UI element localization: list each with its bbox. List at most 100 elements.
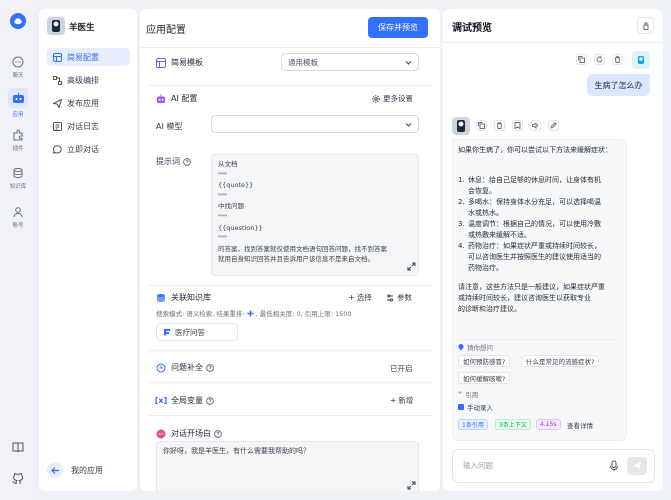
microphone-icon[interactable] <box>609 460 619 472</box>
user-icon <box>11 205 25 219</box>
chevron-down-icon <box>405 61 412 65</box>
expand-icon[interactable] <box>407 481 416 490</box>
gear-icon <box>372 94 380 103</box>
manual-input-icon <box>458 404 464 410</box>
more-settings-button[interactable]: 更多设置 <box>372 93 413 104</box>
chevron-down-icon <box>405 123 412 127</box>
question-guide-status[interactable]: 已开启 <box>390 363 413 374</box>
list-item: 2. 多喝水：保持身体水分充足，可以选择喝温 水或热水。 <box>458 198 601 217</box>
kb-params-button[interactable]: 参数 <box>386 292 412 303</box>
kb-search-info: 搜索模式: 语义检索, 结果重排: , 最低相关度: 0, 引用上限: 1500 <box>156 310 352 318</box>
quote-icon: “ <box>458 390 463 398</box>
help-icon[interactable] <box>206 396 214 405</box>
add-variable-button[interactable]: + 新增 <box>390 395 413 406</box>
list-item: 3. 温度调节：根据自己的情况，可以使用冷敷 或热敷来缓解不适。 <box>458 220 601 239</box>
guess-questions-label: 猜你想问 <box>458 342 493 352</box>
delete-icon[interactable] <box>612 54 623 65</box>
nav-chat-logs[interactable]: 对话日志 <box>47 117 130 135</box>
quote-count-tag[interactable]: 1条引用 <box>458 419 488 430</box>
context-count-tag[interactable]: 3条上下文 <box>495 419 531 430</box>
quote-source[interactable]: 手动录入 <box>458 402 493 412</box>
prompt-textarea[interactable]: 从文档 """ {{quote}} """ 中找问题 """ {{questio… <box>211 154 419 276</box>
suggested-question[interactable]: 如何缓解咳嗽? <box>458 372 511 384</box>
nav-label: 立即对话 <box>67 144 99 154</box>
app-avatar <box>47 17 65 35</box>
rerank-enabled-icon <box>247 310 254 317</box>
welcome-section-title: 对话开场白 <box>156 428 222 439</box>
help-icon[interactable] <box>214 429 222 438</box>
save-and-preview-button[interactable]: 保存并预览 <box>368 17 428 38</box>
model-label: AI 模型 <box>156 122 183 131</box>
edit-icon[interactable] <box>548 120 559 131</box>
template-section-title: 简易模板 <box>156 57 203 68</box>
template-select[interactable]: 通用模板 <box>281 53 419 71</box>
plugin-icon <box>11 128 25 142</box>
clock-icon <box>156 363 166 373</box>
clear-chat-button[interactable] <box>637 17 654 34</box>
broom-icon <box>642 22 650 30</box>
config-panel: 应用配置 保存并预览 简易模板 通用模板 AI 配置 更多设置 AI 模型 提示… <box>140 9 440 491</box>
location-pin-icon <box>458 343 464 351</box>
nav-simple-config[interactable]: 简易配置 <box>47 48 130 66</box>
kb-select-button[interactable]: + 选择 <box>348 292 372 303</box>
rail-item-dataset[interactable]: 知识库 <box>2 166 34 190</box>
rail-label: 应用 <box>12 112 24 118</box>
preview-title: 调试预览 <box>452 23 492 34</box>
nav-publish[interactable]: 发布应用 <box>47 94 130 112</box>
question-guide-title: 问题补全 <box>156 362 214 373</box>
nav-start-chat[interactable]: 立即对话 <box>47 140 130 158</box>
app-icon <box>8 88 28 108</box>
welcome-textarea[interactable]: 你好呀，我是羊医生，有什么需要我帮助的吗？ <box>156 441 419 491</box>
delete-icon[interactable] <box>494 120 505 131</box>
log-icon <box>53 121 62 131</box>
welcome-chat-icon <box>156 429 166 439</box>
app-name: 羊医生 <box>69 23 95 33</box>
config-title: 应用配置 <box>146 25 186 36</box>
help-icon[interactable] <box>183 157 191 166</box>
model-select[interactable] <box>211 115 419 133</box>
nav-advanced-edit[interactable]: 高级编排 <box>47 71 130 89</box>
send-button[interactable] <box>627 457 647 475</box>
user-message-bubble: 生病了怎么办 <box>587 74 650 96</box>
copy-icon[interactable] <box>576 54 587 65</box>
nav-label: 简易配置 <box>67 52 99 62</box>
user-message-text: 生病了怎么办 <box>594 80 643 90</box>
suggested-question[interactable]: 什么是常见的流感症状? <box>521 355 600 367</box>
copy-icon[interactable] <box>476 120 487 131</box>
mark-icon[interactable] <box>512 120 523 131</box>
template-icon <box>156 57 166 68</box>
chat-input-box[interactable]: 输入问题 <box>452 449 655 483</box>
github-icon[interactable] <box>11 471 25 485</box>
robot-icon <box>156 94 166 104</box>
rail-label: 聊天 <box>12 73 24 79</box>
duration-tag: 4.15s <box>536 419 561 430</box>
rail-item-plugin[interactable]: 插件 <box>2 128 34 152</box>
user-avatar <box>632 51 650 69</box>
speaker-icon[interactable] <box>530 120 541 131</box>
kb-item-card[interactable]: 医疗问答 <box>156 323 238 341</box>
back-to-apps-button[interactable]: 我的应用 <box>47 462 103 478</box>
ai-config-section-title: AI 配置 <box>156 93 197 104</box>
rail-item-chat[interactable]: 聊天 <box>2 55 34 79</box>
variable-icon: [x] <box>154 396 168 405</box>
database-icon <box>156 293 166 303</box>
prompt-label: 提示词 <box>156 156 191 167</box>
plus-icon: + <box>348 293 355 302</box>
send-icon <box>632 461 642 471</box>
view-details-link[interactable]: 查看详情 <box>567 420 593 430</box>
global-variables-title: [x] 全局变量 <box>154 395 214 406</box>
suggested-question[interactable]: 如何预防感冒? <box>458 355 511 367</box>
list-item: 1. 休息：给自己足够的休息时间，让身体有机 会恢复。 <box>458 176 601 195</box>
expand-icon[interactable] <box>407 262 416 271</box>
rail-item-account[interactable]: 账号 <box>2 205 34 229</box>
help-icon[interactable] <box>206 363 214 372</box>
send-icon <box>53 98 62 108</box>
chat-input[interactable]: 输入问题 <box>463 460 493 471</box>
grid-icon <box>53 52 62 62</box>
chat-bubble-icon <box>53 144 62 154</box>
book-icon[interactable] <box>11 440 25 454</box>
retry-icon[interactable] <box>594 54 605 65</box>
nav-label: 发布应用 <box>67 98 99 108</box>
rail-item-app[interactable]: 应用 <box>2 88 34 118</box>
preview-panel: 调试预览 生病了怎么办 如果你生病了，你可以尝试以下方法来缓解症状： 1. 休息：… <box>443 9 663 491</box>
